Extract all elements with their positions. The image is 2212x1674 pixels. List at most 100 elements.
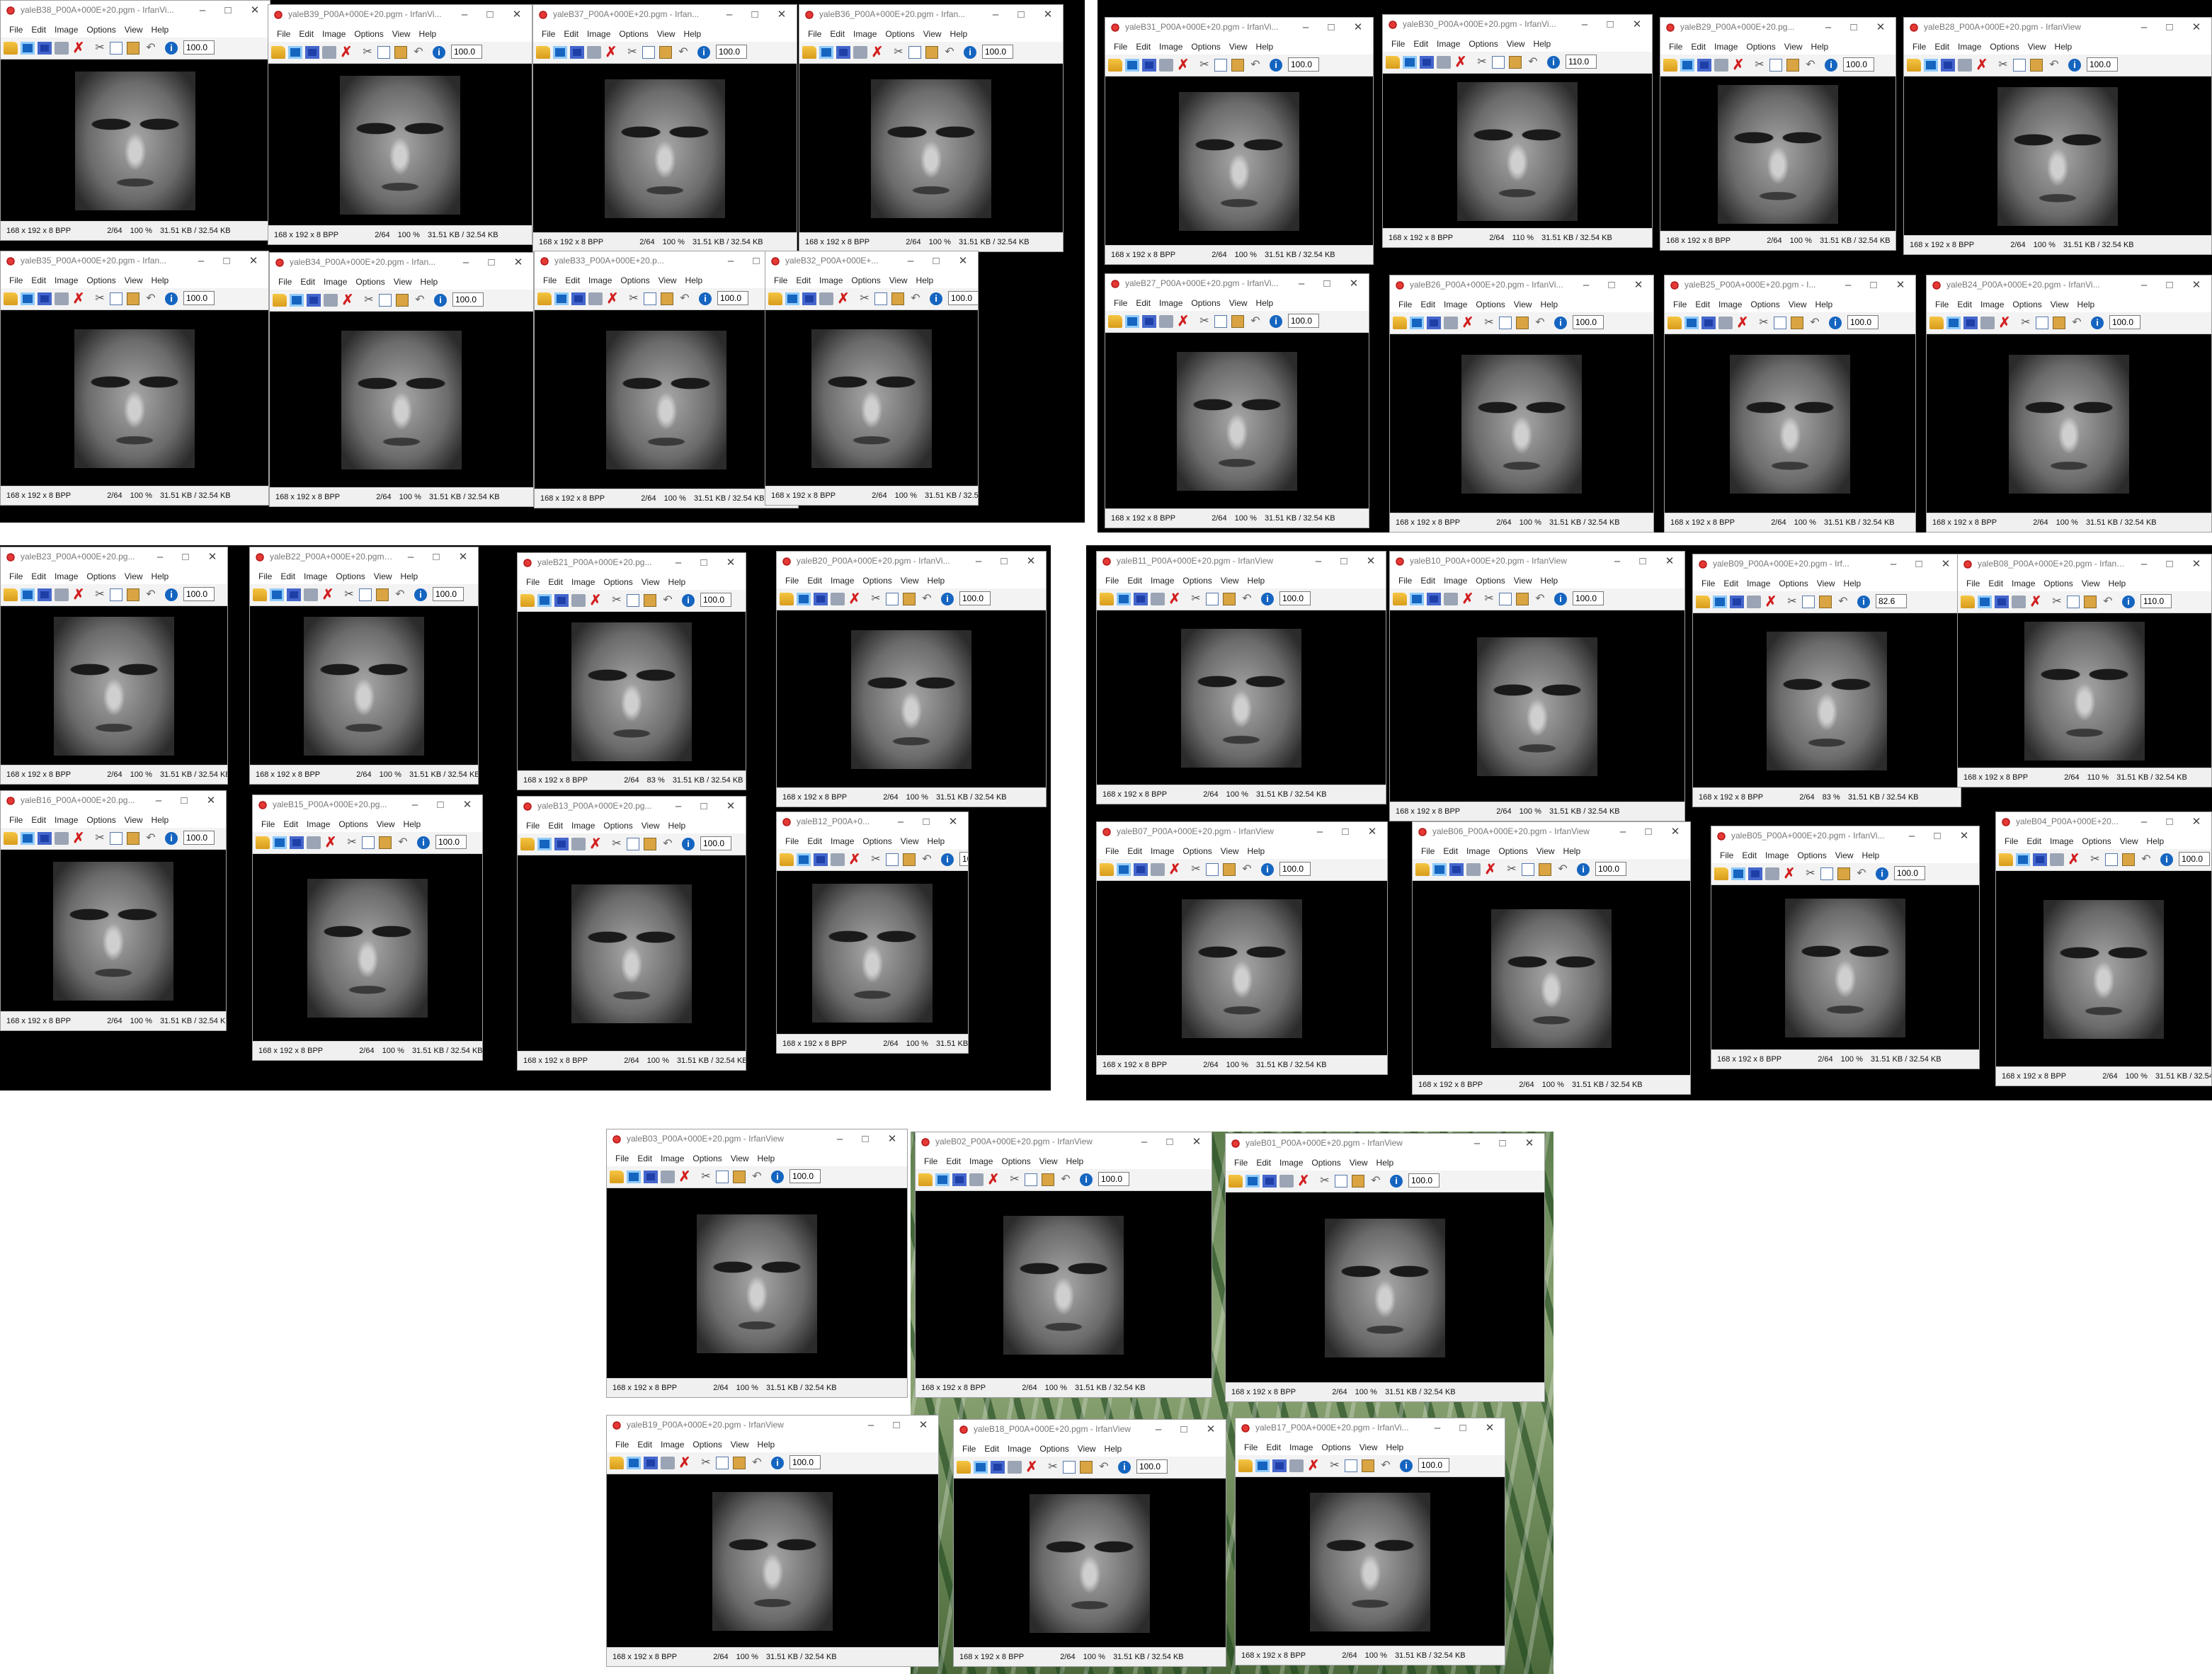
zoom-input[interactable]: 100.0 bbox=[1098, 1172, 1129, 1186]
minimize-button[interactable]: – bbox=[1295, 19, 1316, 36]
minimize-button[interactable]: – bbox=[668, 798, 689, 815]
delete-icon[interactable]: ✗ bbox=[72, 292, 86, 306]
zoom-input[interactable]: 100.0 bbox=[716, 45, 747, 59]
undo-icon[interactable]: ↶ bbox=[2139, 853, 2153, 866]
menu-options[interactable]: Options bbox=[86, 812, 115, 828]
thumbnails-icon[interactable] bbox=[273, 836, 287, 849]
thumbnails-icon[interactable] bbox=[288, 46, 302, 59]
info-icon[interactable]: i bbox=[1547, 56, 1560, 69]
menu-options[interactable]: Options bbox=[603, 818, 632, 833]
thumbnails-icon[interactable] bbox=[1410, 317, 1424, 329]
menu-view[interactable]: View bbox=[125, 22, 143, 38]
menu-view[interactable]: View bbox=[642, 574, 660, 590]
print-icon[interactable] bbox=[304, 588, 318, 601]
thumbnails-icon[interactable] bbox=[1410, 593, 1424, 605]
delete-icon[interactable]: ✗ bbox=[678, 1456, 692, 1470]
menu-options[interactable]: Options bbox=[2012, 297, 2041, 312]
thumbnails-icon[interactable] bbox=[21, 292, 35, 305]
paste-icon[interactable] bbox=[1791, 317, 1803, 329]
menu-image[interactable]: Image bbox=[1289, 1440, 1313, 1455]
undo-icon[interactable]: ↶ bbox=[1248, 315, 1262, 328]
image-viewport[interactable] bbox=[1226, 1192, 1544, 1383]
menu-help[interactable]: Help bbox=[152, 22, 169, 38]
info-icon[interactable]: i bbox=[1825, 59, 1837, 72]
undo-icon[interactable]: ↶ bbox=[661, 594, 675, 607]
paste-icon[interactable] bbox=[1516, 593, 1529, 605]
menu-file[interactable]: File bbox=[526, 818, 540, 833]
close-button[interactable]: ✕ bbox=[1659, 553, 1680, 570]
undo-icon[interactable]: ↶ bbox=[1059, 1173, 1073, 1186]
menu-edit[interactable]: Edit bbox=[1136, 295, 1151, 311]
delete-icon[interactable]: ✗ bbox=[2067, 853, 2081, 867]
info-icon[interactable]: i bbox=[165, 42, 178, 55]
cut-icon[interactable]: ✂ bbox=[93, 42, 107, 55]
menu-help[interactable]: Help bbox=[1386, 1440, 1404, 1455]
irfanview-window[interactable]: yaleB25_P00A+000E+20.pgm - I... – □ ✕ Fi… bbox=[1664, 275, 1916, 533]
menu-view[interactable]: View bbox=[2082, 576, 2100, 591]
print-icon[interactable] bbox=[55, 42, 69, 55]
cut-icon[interactable]: ✂ bbox=[2050, 596, 2064, 608]
minimize-button[interactable]: – bbox=[1291, 275, 1312, 292]
undo-icon[interactable]: ↶ bbox=[1240, 593, 1254, 605]
info-icon[interactable]: i bbox=[1270, 315, 1282, 328]
delete-icon[interactable]: ✗ bbox=[870, 45, 884, 59]
undo-icon[interactable]: ↶ bbox=[1533, 593, 1547, 605]
cut-icon[interactable]: ✂ bbox=[1752, 59, 1767, 72]
cut-icon[interactable]: ✂ bbox=[345, 836, 359, 849]
thumbnails-icon[interactable] bbox=[21, 42, 35, 55]
menu-options[interactable]: Options bbox=[1001, 1154, 1030, 1169]
paste-icon[interactable] bbox=[733, 1457, 746, 1469]
copy-icon[interactable] bbox=[2013, 59, 2026, 72]
open-folder-icon[interactable] bbox=[1999, 853, 2013, 866]
thumbnails-icon[interactable] bbox=[627, 1457, 641, 1469]
cut-icon[interactable]: ✂ bbox=[1318, 1175, 1332, 1188]
close-button[interactable]: ✕ bbox=[457, 797, 478, 814]
undo-icon[interactable]: ↶ bbox=[144, 832, 158, 845]
menu-edit[interactable]: Edit bbox=[299, 26, 314, 42]
menu-options[interactable]: Options bbox=[1779, 576, 1808, 591]
zoom-input[interactable]: 100.0 bbox=[982, 45, 1013, 59]
open-folder-icon[interactable] bbox=[1100, 863, 1114, 876]
irfanview-window[interactable]: yaleB05_P00A+000E+20.pgm - IrfanVi... – … bbox=[1711, 826, 1980, 1069]
irfanview-window[interactable]: yaleB09_P00A+000E+20.pgm - Irf... – □ ✕ … bbox=[1692, 554, 1961, 807]
title-bar[interactable]: yaleB03_P00A+000E+20.pgm - IrfanView – □… bbox=[607, 1129, 907, 1151]
close-button[interactable]: ✕ bbox=[1935, 556, 1956, 573]
save-icon[interactable] bbox=[1420, 56, 1434, 69]
save-icon[interactable] bbox=[802, 292, 816, 305]
info-icon[interactable]: i bbox=[434, 294, 447, 307]
open-folder-icon[interactable] bbox=[253, 588, 267, 601]
zoom-input[interactable]: 100.0 bbox=[2109, 315, 2140, 329]
menu-file[interactable]: File bbox=[1912, 39, 1926, 55]
paste-icon[interactable] bbox=[1231, 315, 1244, 328]
delete-icon[interactable]: ✗ bbox=[1764, 595, 1778, 609]
info-icon[interactable]: i bbox=[1261, 593, 1274, 605]
minimize-button[interactable]: – bbox=[1148, 1421, 1169, 1438]
menu-image[interactable]: Image bbox=[1151, 843, 1174, 859]
menu-view[interactable]: View bbox=[125, 812, 143, 828]
irfanview-window[interactable]: yaleB11_P00A+000E+20.pgm - IrfanView – □… bbox=[1096, 551, 1386, 804]
minimize-button[interactable]: – bbox=[400, 549, 421, 566]
menu-help[interactable]: Help bbox=[2147, 833, 2165, 849]
undo-icon[interactable]: ↶ bbox=[2047, 59, 2061, 72]
menu-file[interactable]: File bbox=[2005, 833, 2018, 849]
menu-image[interactable]: Image bbox=[1437, 36, 1460, 52]
maximize-button[interactable]: □ bbox=[175, 549, 196, 566]
menu-edit[interactable]: Edit bbox=[565, 273, 580, 288]
menu-view[interactable]: View bbox=[1229, 39, 1248, 55]
menu-edit[interactable]: Edit bbox=[283, 816, 298, 832]
paste-icon[interactable] bbox=[1223, 593, 1236, 605]
maximize-button[interactable]: □ bbox=[173, 792, 195, 809]
maximize-button[interactable]: □ bbox=[430, 797, 451, 814]
minimize-button[interactable]: – bbox=[1837, 277, 1859, 294]
menu-view[interactable]: View bbox=[2051, 297, 2069, 312]
minimize-button[interactable]: – bbox=[1883, 556, 1904, 573]
image-viewport[interactable] bbox=[1, 850, 226, 1012]
zoom-input[interactable]: 100.0 bbox=[452, 292, 484, 307]
irfanview-window[interactable]: yaleB01_P00A+000E+20.pgm - IrfanView – □… bbox=[1225, 1133, 1545, 1402]
thumbnails-icon[interactable] bbox=[1125, 315, 1139, 328]
thumbnails-icon[interactable] bbox=[1245, 1175, 1260, 1188]
maximize-button[interactable]: □ bbox=[925, 253, 947, 270]
print-icon[interactable] bbox=[1747, 596, 1761, 608]
undo-icon[interactable]: ↶ bbox=[144, 292, 158, 305]
thumbnails-icon[interactable] bbox=[785, 292, 799, 305]
